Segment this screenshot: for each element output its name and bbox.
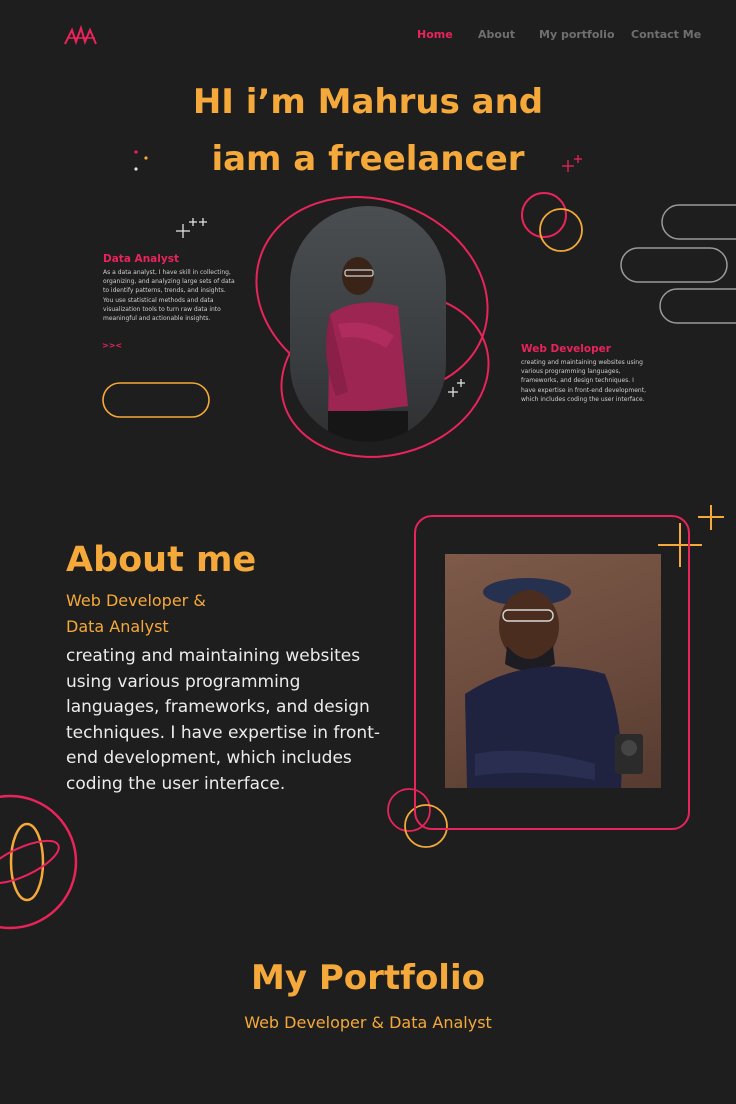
nav-portfolio-link[interactable]: My portfolio [539, 28, 615, 41]
nav-home-link[interactable]: Home [417, 28, 453, 41]
hero-title-line1: HI i’m Mahrus and [192, 82, 544, 122]
hero-title-line2: iam a freelancer [211, 139, 525, 179]
about-subtitle-line2: Data Analyst [66, 617, 169, 636]
nav-about-link[interactable]: About [478, 28, 515, 41]
person-illustration [326, 257, 408, 442]
about-subtitle: Web Developer & Data Analyst [66, 588, 206, 640]
web-developer-card: Web Developer creating and maintaining w… [521, 343, 649, 404]
nav-contact-link[interactable]: Contact Me [631, 28, 701, 41]
about-body: creating and maintaining websites using … [66, 646, 381, 794]
web-developer-title: Web Developer [521, 343, 611, 355]
about-portrait [445, 554, 661, 788]
hero-portrait [290, 206, 446, 442]
main-nav: Home About My portfolio Contact Me [0, 28, 736, 48]
data-analyst-title: Data Analyst [103, 253, 179, 265]
web-developer-text: creating and maintaining websites using … [521, 359, 646, 403]
data-analyst-text: As a data analyst, I have skill in colle… [103, 269, 235, 323]
data-analyst-card: Data Analyst As a data analyst, I have s… [103, 253, 235, 323]
portfolio-title: My Portfolio [251, 958, 485, 998]
portfolio-subtitle: Web Developer & Data Analyst [244, 1013, 492, 1032]
person-illustration-2 [465, 578, 643, 788]
about-title: About me [66, 540, 257, 580]
arrow-icon[interactable]: >>< [102, 341, 122, 350]
hero-title: HI i’m Mahrus and iam a freelancer [0, 74, 736, 188]
about-subtitle-line1: Web Developer & [66, 591, 206, 610]
